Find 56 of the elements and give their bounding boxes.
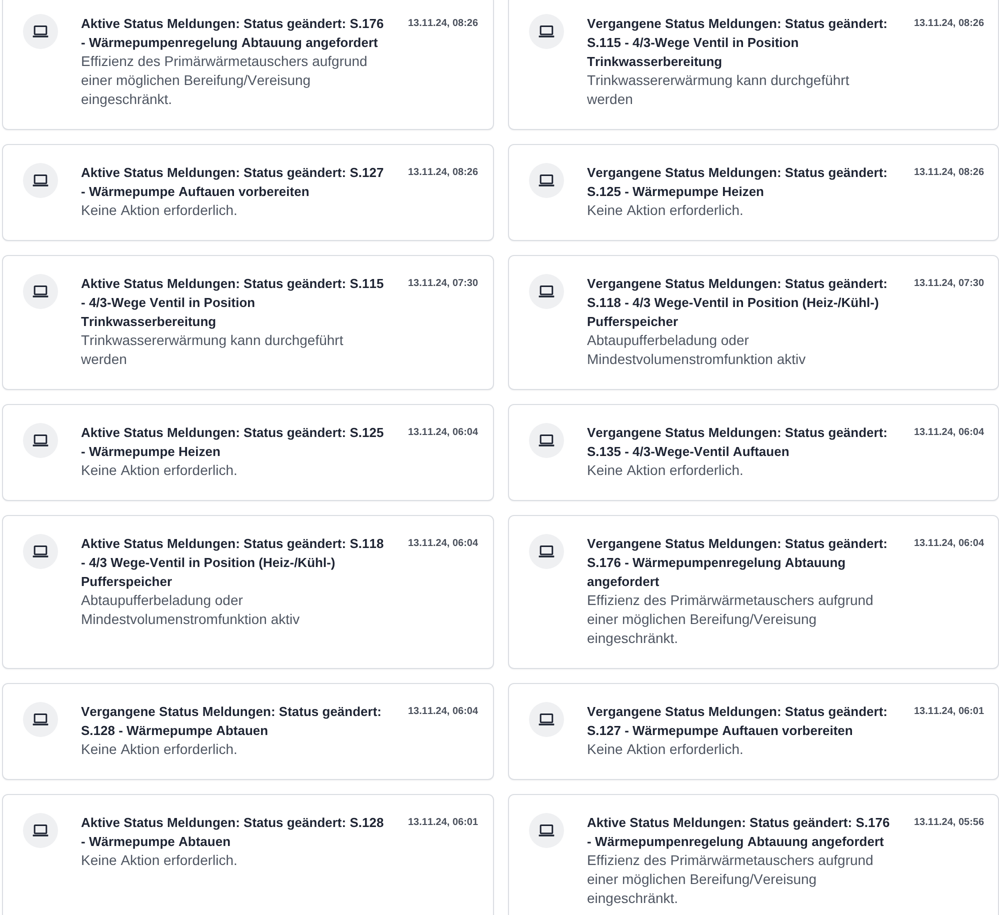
notification-message: Keine Aktion erforderlich.: [81, 740, 238, 759]
notification-title: Aktive Status Meldungen: Status geändert: S.128 - Wärmepumpe Abtauen: [81, 814, 385, 851]
timestamp: 13.11.24, 08:26: [914, 166, 984, 180]
notification-message: Trinkwassererwärmung kann durchgeführt werden: [587, 71, 850, 109]
laptop-icon: [23, 14, 58, 49]
timestamp: 13.11.24, 07:30: [408, 277, 478, 291]
timestamp: 13.11.24, 06:04: [408, 537, 478, 551]
notification-message: Keine Aktion erforderlich.: [587, 201, 744, 220]
notification-title: Aktive Status Meldungen: Status geändert: S.125 - Wärmepumpe Heizen: [81, 424, 385, 461]
notification-title: Aktive Status Meldungen: Status geändert: S.127 - Wärmepumpe Auftauen vorbereiten: [81, 164, 385, 201]
timestamp: 13.11.24, 08:26: [408, 166, 478, 180]
timestamp: 13.11.24, 06:04: [408, 705, 478, 719]
timestamp: 13.11.24, 06:04: [914, 537, 984, 551]
laptop-icon: [529, 274, 564, 309]
timestamp: 13.11.24, 06:04: [914, 426, 984, 440]
notification-message: Abtaupufferbeladung oder Mindestvolumenstromfunktion aktiv: [587, 331, 807, 369]
notification-message: Abtaupufferbeladung oder Mindestvolumenstromfunktion aktiv: [81, 591, 301, 629]
timestamp: 13.11.24, 08:26: [914, 17, 984, 31]
notification-title: Aktive Status Meldungen: Status geändert: S.176 - Wärmepumpenregelung Abtauung angefordert: [81, 15, 385, 52]
laptop-icon: [23, 702, 58, 737]
laptop-icon: [23, 534, 58, 569]
timestamp: 13.11.24, 05:56: [914, 816, 984, 830]
notification-title: Vergangene Status Meldungen: Status geändert: S.176 - Wärmepumpenregelung Abtauung angefordert: [587, 535, 888, 591]
laptop-icon: [529, 813, 564, 848]
notification-title: Vergangene Status Meldungen: Status geändert: S.127 - Wärmepumpe Auftauen vorbereiten: [587, 703, 888, 740]
notification-message: Trinkwassererwärmung kann durchgeführt werden: [81, 331, 344, 369]
laptop-icon: [23, 274, 58, 309]
timestamp: 13.11.24, 06:01: [914, 705, 984, 719]
laptop-icon: [529, 702, 564, 737]
notification-message: Effizienz des Primärwärmetauschers aufgrund einer möglichen Bereifung/Vereisung eingeschränkt.: [587, 591, 874, 648]
notification-title: Vergangene Status Meldungen: Status geändert: S.115 - 4/3-Wege Ventil in Position Trinkwasserbereitung: [587, 15, 888, 71]
laptop-icon: [529, 14, 564, 49]
laptop-icon: [23, 813, 58, 848]
notification-message: Keine Aktion erforderlich.: [81, 851, 238, 870]
notification-title: Vergangene Status Meldungen: Status geändert: S.125 - Wärmepumpe Heizen: [587, 164, 888, 201]
notification-message: Effizienz des Primärwärmetauschers aufgrund einer möglichen Bereifung/Vereisung eingeschränkt.: [81, 52, 368, 109]
notification-message: Keine Aktion erforderlich.: [587, 740, 744, 759]
timestamp: 13.11.24, 07:30: [914, 277, 984, 291]
laptop-icon: [529, 534, 564, 569]
laptop-icon: [23, 163, 58, 198]
laptop-icon: [529, 423, 564, 458]
notification-title: Aktive Status Meldungen: Status geändert: S.115 - 4/3-Wege Ventil in Position Trinkwasserbereitung: [81, 275, 385, 331]
notification-title: Vergangene Status Meldungen: Status geändert: S.135 - 4/3-Wege-Ventil Auftauen: [587, 424, 888, 461]
notification-message: Effizienz des Primärwärmetauschers aufgrund einer möglichen Bereifung/Vereisung eingeschränkt.: [587, 851, 874, 908]
notification-title: Vergangene Status Meldungen: Status geändert: S.118 - 4/3 Wege-Ventil in Position (Heiz-/Kühl-) Pufferspeicher: [587, 275, 888, 331]
laptop-icon: [23, 423, 58, 458]
notification-message: Keine Aktion erforderlich.: [81, 201, 238, 220]
notification-title: Aktive Status Meldungen: Status geändert: S.176 - Wärmepumpenregelung Abtauung angefordert: [587, 814, 891, 851]
timestamp: 13.11.24, 06:01: [408, 816, 478, 830]
notification-message: Keine Aktion erforderlich.: [587, 461, 744, 480]
notification-message: Keine Aktion erforderlich.: [81, 461, 238, 480]
notification-title: Vergangene Status Meldungen: Status geändert: S.128 - Wärmepumpe Abtauen: [81, 703, 382, 740]
timestamp: 13.11.24, 08:26: [408, 17, 478, 31]
timestamp: 13.11.24, 06:04: [408, 426, 478, 440]
notification-title: Aktive Status Meldungen: Status geändert: S.118 - 4/3 Wege-Ventil in Position (Heiz-/Kühl-) Pufferspeicher: [81, 535, 385, 591]
laptop-icon: [529, 163, 564, 198]
